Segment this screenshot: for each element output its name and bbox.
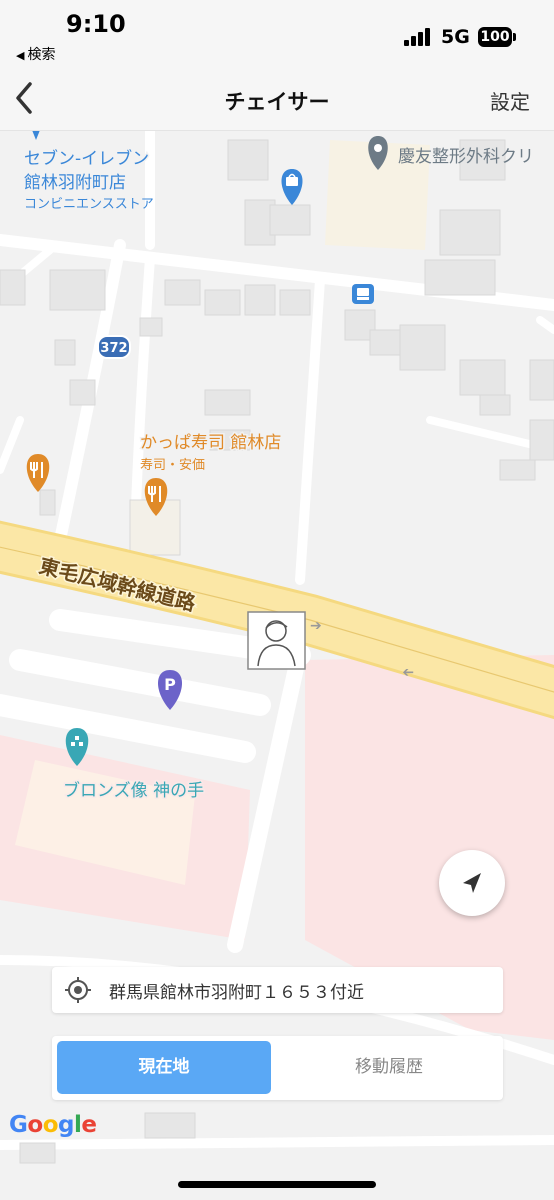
parking-label: P <box>164 675 176 694</box>
back-to-app-link[interactable]: ◀ 検索 <box>16 44 55 64</box>
gps-target-icon <box>65 977 91 1003</box>
battery-level: 100 <box>480 29 510 45</box>
place-label-clinic[interactable]: 慶友整形外科クリ <box>398 147 534 167</box>
logo-letter: o <box>27 1112 43 1138</box>
bus-stop-icon[interactable] <box>352 284 374 304</box>
svg-text:➔: ➔ <box>402 664 414 680</box>
navigation-arrow-icon <box>463 873 481 893</box>
place-label-bronze-statue[interactable]: ブロンズ像 神の手 <box>62 779 206 803</box>
network-type: 5G <box>441 26 470 48</box>
navigation-bar: チェイサー 設定 <box>0 78 554 131</box>
signal-icon <box>404 28 434 46</box>
back-triangle-icon: ◀ <box>16 49 25 62</box>
route-number: 372 <box>100 341 127 356</box>
settings-button[interactable]: 設定 <box>490 86 530 115</box>
clock: 9:10 <box>66 10 126 38</box>
logo-letter: G <box>9 1112 28 1138</box>
address-card: 群馬県館林市羽附町１６５３付近 <box>52 967 503 1013</box>
place-category-seven-eleven: コンビニエンスストア <box>24 197 154 212</box>
tab-movement-history[interactable]: 移動履歴 <box>280 1041 498 1094</box>
battery-cap <box>513 33 516 41</box>
page-title: チェイサー <box>224 90 330 114</box>
place-label-kappa-sushi[interactable]: かっぱ寿司 館林店 <box>139 432 283 455</box>
logo-letter: g <box>58 1112 74 1138</box>
mode-tabs: 現在地 移動履歴 <box>52 1036 503 1100</box>
logo-letter: e <box>81 1112 97 1138</box>
address-text: 群馬県館林市羽附町１６５３付近 <box>109 983 364 1003</box>
place-category-kappa-sushi: 寿司・安価 <box>140 458 205 473</box>
map-view[interactable]: ➔ ➔ 東毛広域幹線道路 372 セブン-イレブン館林羽附町店 コンビニエンスス… <box>0 0 554 1200</box>
status-bar: 9:10 ◀ 検索 5G 100 <box>0 0 554 78</box>
battery-icon: 100 <box>478 27 512 47</box>
logo-letter: o <box>42 1112 59 1138</box>
svg-text:➔: ➔ <box>310 618 322 634</box>
route-shield: 372 <box>97 335 131 359</box>
tab-current-location[interactable]: 現在地 <box>57 1041 271 1094</box>
back-app-label: 検索 <box>27 47 56 63</box>
user-location-marker[interactable] <box>247 611 306 670</box>
my-location-button[interactable] <box>439 850 505 916</box>
google-logo: Google <box>9 1112 97 1138</box>
home-indicator <box>178 1181 376 1188</box>
